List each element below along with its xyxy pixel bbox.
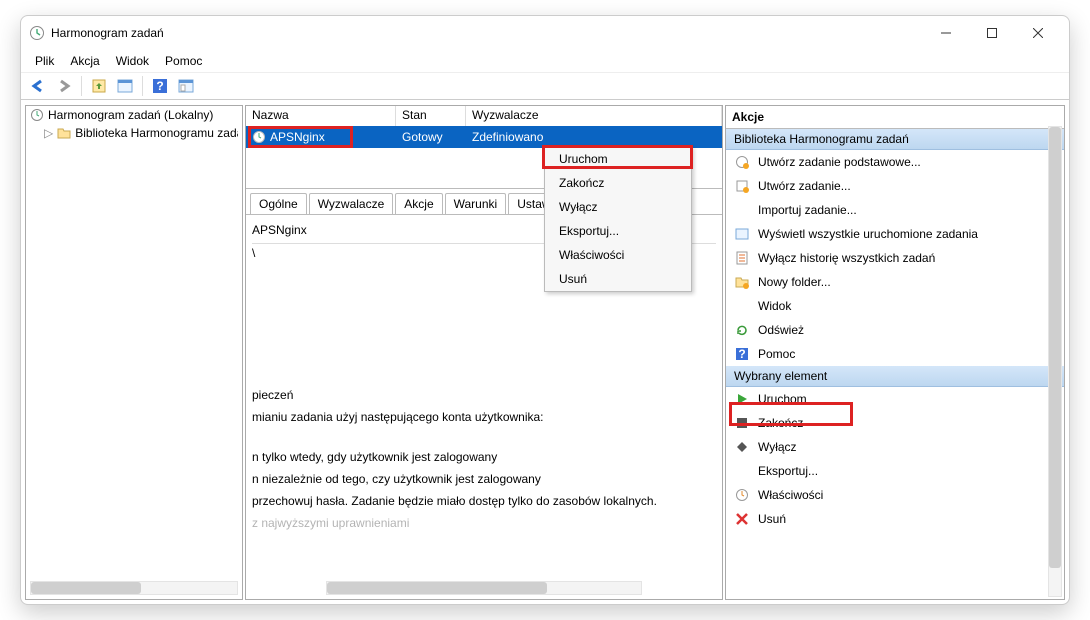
menubar: Plik Akcja Widok Pomoc: [21, 50, 1069, 72]
task-icon: [734, 178, 750, 194]
disable-icon: [734, 439, 750, 455]
folder-icon: [57, 126, 71, 140]
task-basic-icon: [734, 154, 750, 170]
help-button[interactable]: ?: [149, 75, 171, 97]
delete-icon: [734, 511, 750, 527]
tab-general[interactable]: Ogólne: [250, 193, 307, 214]
action-view[interactable]: Widok▸: [726, 294, 1064, 318]
tree-root[interactable]: Harmonogram zadań (Lokalny): [26, 106, 242, 124]
actions-section-library[interactable]: Biblioteka Harmonogramu zadań ▴: [726, 129, 1064, 150]
folder-new-icon: [734, 274, 750, 290]
panel-button[interactable]: [114, 75, 136, 97]
toolbar: ?: [21, 72, 1069, 100]
details-l2: mianiu zadania użyj następującego konta …: [252, 408, 716, 430]
tree-library-label: Biblioteka Harmonogramu zadań: [75, 126, 238, 140]
col-name[interactable]: Nazwa: [246, 106, 396, 126]
workarea: Harmonogram zadań (Lokalny) ▷ Biblioteka…: [21, 100, 1069, 604]
action-props[interactable]: Właściwości: [726, 483, 1064, 507]
ctx-end[interactable]: Zakończ: [545, 171, 691, 195]
tree-library[interactable]: ▷ Biblioteka Harmonogramu zadań: [26, 124, 242, 142]
tree-scrollbar[interactable]: [30, 581, 238, 595]
svg-text:?: ?: [738, 347, 745, 361]
tree-pane: Harmonogram zadań (Lokalny) ▷ Biblioteka…: [25, 105, 243, 600]
center-pane: Nazwa Stan Wyzwalacze APSNginx Gotowy Zd…: [245, 105, 723, 600]
details-scrollbar[interactable]: [326, 581, 642, 595]
action-disable-history[interactable]: Wyłącz historię wszystkich zadań: [726, 246, 1064, 270]
up-button[interactable]: [88, 75, 110, 97]
col-triggers[interactable]: Wyzwalacze: [466, 106, 722, 126]
col-state[interactable]: Stan: [396, 106, 466, 126]
menu-view[interactable]: Widok: [110, 52, 155, 70]
details-l1: pieczeń: [252, 386, 716, 408]
highlight-action-run: [729, 402, 853, 426]
action-refresh[interactable]: Odśwież: [726, 318, 1064, 342]
back-button[interactable]: [27, 75, 49, 97]
clock-icon: [29, 25, 45, 41]
action-export[interactable]: Eksportuj...: [726, 459, 1064, 483]
details-l3: n tylko wtedy, gdy użytkownik jest zalog…: [252, 448, 716, 470]
window-title: Harmonogram zadań: [51, 26, 923, 40]
tree-root-label: Harmonogram zadań (Lokalny): [48, 108, 213, 122]
highlight-ctx-run: [542, 145, 693, 169]
action-import[interactable]: Importuj zadanie...: [726, 198, 1064, 222]
tab-triggers[interactable]: Wyzwalacze: [309, 193, 394, 214]
action-create[interactable]: Utwórz zadanie...: [726, 174, 1064, 198]
menu-file[interactable]: Plik: [29, 52, 60, 70]
details-l5: przechowuj hasła. Zadanie będzie miało d…: [252, 492, 716, 514]
highlight-task-name: [248, 126, 353, 148]
history-icon: [734, 250, 750, 266]
svg-text:?: ?: [156, 79, 163, 93]
clock-icon: [30, 108, 44, 122]
actions-scrollbar[interactable]: [1048, 126, 1062, 597]
task-state: Gotowy: [396, 130, 466, 144]
action-disable[interactable]: Wyłącz: [726, 435, 1064, 459]
ctx-export[interactable]: Eksportuj...: [545, 219, 691, 243]
tab-actions[interactable]: Akcje: [395, 193, 442, 214]
task-triggers: Zdefiniowano: [466, 130, 722, 144]
menu-action[interactable]: Akcja: [64, 52, 105, 70]
action-delete[interactable]: Usuń: [726, 507, 1064, 531]
close-button[interactable]: [1015, 17, 1061, 49]
actions-header: Akcje: [726, 106, 1064, 129]
ctx-disable[interactable]: Wyłącz: [545, 195, 691, 219]
forward-button[interactable]: [53, 75, 75, 97]
menu-help[interactable]: Pomoc: [159, 52, 208, 70]
chevron-right-icon: ▷: [44, 126, 53, 140]
actions-pane: Akcje Biblioteka Harmonogramu zadań ▴ Ut…: [725, 105, 1065, 600]
ctx-delete[interactable]: Usuń: [545, 267, 691, 291]
properties-button[interactable]: [175, 75, 197, 97]
running-icon: [734, 226, 750, 242]
refresh-icon: [734, 322, 750, 338]
titlebar: Harmonogram zadań: [21, 16, 1069, 50]
details-l6: z najwyższymi uprawnieniami: [252, 514, 716, 536]
action-create-basic[interactable]: Utwórz zadanie podstawowe...: [726, 150, 1064, 174]
maximize-button[interactable]: [969, 17, 1015, 49]
tab-conditions[interactable]: Warunki: [445, 193, 507, 214]
props-icon: [734, 487, 750, 503]
app-window: Harmonogram zadań Plik Akcja Widok Pomoc…: [20, 15, 1070, 605]
action-new-folder[interactable]: Nowy folder...: [726, 270, 1064, 294]
help-icon: ?: [734, 346, 750, 362]
details-l4: n niezależnie od tego, czy użytkownik je…: [252, 470, 716, 492]
action-show-running[interactable]: Wyświetl wszystkie uruchomione zadania: [726, 222, 1064, 246]
action-help[interactable]: ?Pomoc: [726, 342, 1064, 366]
task-columns: Nazwa Stan Wyzwalacze: [246, 106, 722, 126]
actions-section-selected[interactable]: Wybrany element ▴: [726, 366, 1064, 387]
minimize-button[interactable]: [923, 17, 969, 49]
ctx-props[interactable]: Właściwości: [545, 243, 691, 267]
